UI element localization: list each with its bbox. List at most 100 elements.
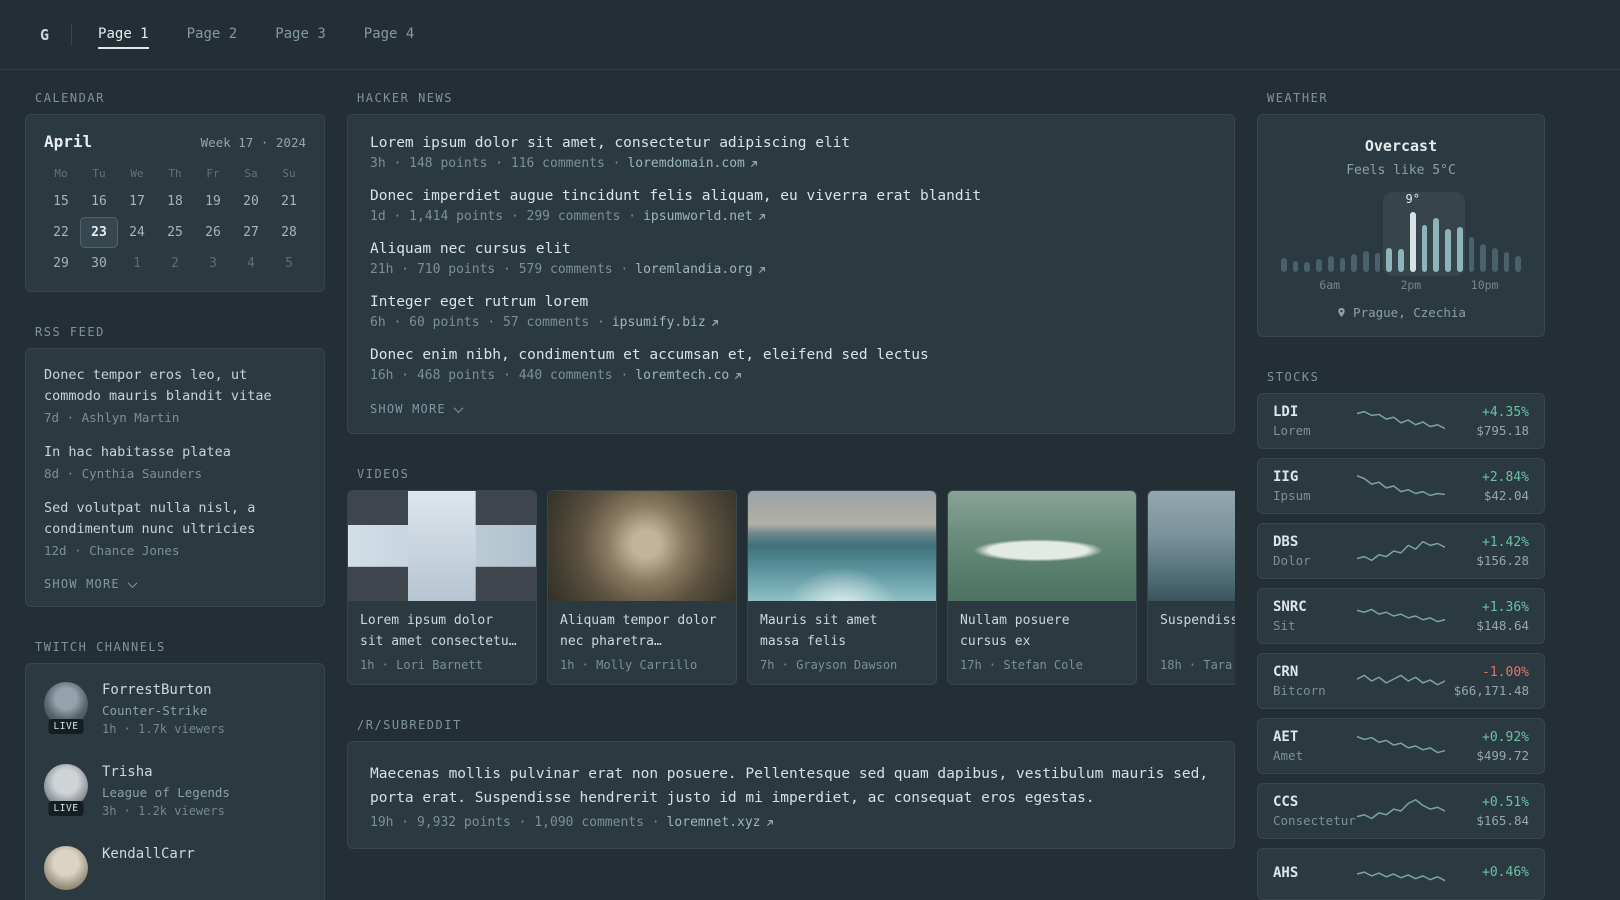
- calendar-month: April: [44, 132, 93, 151]
- weather-bar: [1456, 226, 1463, 272]
- stock-info: SNRC Sit: [1273, 599, 1357, 633]
- calendar-day: 24: [129, 225, 145, 240]
- calendar-dow: Mo: [54, 167, 68, 180]
- weather-section-label: WEATHER: [1267, 91, 1329, 105]
- tab-page-3[interactable]: Page 3: [275, 20, 326, 49]
- subreddit-post-domain-link[interactable]: loremnet.xyz: [667, 815, 775, 830]
- stock-info: DBS Dolor: [1273, 534, 1357, 568]
- stock-symbol: AHS: [1273, 864, 1299, 881]
- video-card[interactable]: Suspendisse diam 18h · Tara: [1147, 490, 1235, 685]
- video-card[interactable]: Lorem ipsum dolor sit amet consectetu… 1…: [347, 490, 537, 685]
- twitch-channel-game: League of Legends: [102, 785, 230, 800]
- weather-bar: [1433, 218, 1440, 272]
- weather-bar: [1304, 261, 1311, 272]
- subreddit-widget: /R/SUBREDDIT Maecenas mollis pulvinar er…: [347, 718, 1235, 849]
- weather-time-labels: 6am 2pm 10pm: [1278, 278, 1524, 292]
- rss-item-title[interactable]: Donec tempor eros leo, ut commodo mauris…: [44, 365, 306, 407]
- app-logo[interactable]: G: [40, 26, 49, 44]
- hackernews-item-domain-link[interactable]: ipsumworld.net: [643, 209, 767, 224]
- stock-change: -1.00%: [1482, 664, 1529, 680]
- stock-values: +1.36% $148.64: [1445, 600, 1529, 633]
- domain-text: loremdomain.com: [627, 156, 745, 171]
- tab-page-1[interactable]: Page 1: [98, 20, 149, 49]
- twitch-channel-row[interactable]: LIVE ForrestBurton Counter-Strike 1h · 1…: [44, 682, 306, 736]
- stock-row[interactable]: LDI Lorem +4.35% $795.18: [1257, 393, 1545, 449]
- video-meta: 7h · Grayson Dawson: [760, 658, 898, 672]
- rss-item-title[interactable]: In hac habitasse platea: [44, 442, 306, 463]
- video-title[interactable]: Mauris sit amet massa felis: [760, 611, 924, 652]
- stock-row[interactable]: CRN Bitcorn -1.00% $66,171.48: [1257, 653, 1545, 709]
- hackernews-item-title[interactable]: Donec enim nibh, condimentum et accumsan…: [370, 347, 1212, 363]
- hackernews-item-domain-link[interactable]: loremlandia.org: [635, 262, 766, 277]
- stock-values: +1.42% $156.28: [1445, 535, 1529, 568]
- hackernews-item-domain-link[interactable]: loremdomain.com: [627, 156, 758, 171]
- video-card[interactable]: Nullam posuere cursus ex 17h · Stefan Co…: [947, 490, 1137, 685]
- calendar-dow: Sa: [244, 167, 258, 180]
- external-link-icon: [711, 319, 718, 326]
- subreddit-post-title[interactable]: Maecenas mollis pulvinar erat non posuer…: [370, 762, 1212, 810]
- weather-bar: [1503, 251, 1510, 272]
- video-thumbnail[interactable]: [348, 491, 536, 601]
- stocks-section-label: STOCKS: [1267, 370, 1320, 384]
- stock-symbol: IIG: [1273, 469, 1299, 485]
- stock-price: $66,171.48: [1453, 682, 1529, 698]
- hackernews-show-more-button[interactable]: SHOW MORE: [370, 402, 464, 416]
- calendar-section-label: CALENDAR: [35, 91, 105, 105]
- video-thumbnail[interactable]: [1148, 491, 1235, 601]
- hackernews-item-meta: 1d · 1,414 points · 299 comments · ipsum…: [370, 209, 1212, 224]
- hackernews-item-title[interactable]: Lorem ipsum dolor sit amet, consectetur …: [370, 135, 1212, 151]
- hackernews-item-domain-link[interactable]: loremtech.co: [635, 368, 743, 383]
- stock-values: +0.46%: [1445, 865, 1529, 883]
- tab-page-2[interactable]: Page 2: [187, 20, 238, 49]
- calendar-day: 29: [53, 256, 69, 271]
- hackernews-item-title[interactable]: Donec imperdiet augue tincidunt felis al…: [370, 188, 1212, 204]
- stock-row[interactable]: IIG Ipsum +2.84% $42.04: [1257, 458, 1545, 514]
- weather-location-text: Prague, Czechia: [1353, 305, 1466, 320]
- hackernews-item-title[interactable]: Integer eget rutrum lorem: [370, 294, 1212, 310]
- video-info: Mauris sit amet massa felis 7h · Grayson…: [748, 601, 936, 684]
- rss-item-title[interactable]: Sed volutpat nulla nisl, a condimentum n…: [44, 498, 306, 540]
- stock-name: Amet: [1273, 748, 1304, 763]
- stock-row[interactable]: AET Amet +0.92% $499.72: [1257, 718, 1545, 774]
- nav-divider: [71, 23, 73, 46]
- rss-show-more-button[interactable]: SHOW MORE: [44, 577, 138, 591]
- stock-row[interactable]: AHS +0.46%: [1257, 848, 1545, 900]
- stock-row[interactable]: SNRC Sit +1.36% $148.64: [1257, 588, 1545, 644]
- weather-bar: [1480, 243, 1486, 272]
- video-card[interactable]: Mauris sit amet massa felis 7h · Grayson…: [747, 490, 937, 685]
- stock-values: +2.84% $42.04: [1445, 470, 1529, 503]
- weather-bar: [1421, 224, 1428, 272]
- tab-page-4[interactable]: Page 4: [364, 20, 415, 49]
- weather-bar: [1468, 237, 1475, 272]
- stock-row[interactable]: DBS Dolor +1.42% $156.28: [1257, 523, 1545, 579]
- twitch-channel-row[interactable]: LIVE Trisha League of Legends 3h · 1.2k …: [44, 764, 306, 818]
- calendar-day: 15: [53, 194, 69, 209]
- twitch-channel-row[interactable]: KendallCarr: [44, 846, 306, 890]
- hackernews-item-domain-link[interactable]: ipsumify.biz: [612, 315, 720, 330]
- rss-item-meta: 7d · Ashlyn Martin: [44, 410, 180, 425]
- calendar-day: 28: [281, 225, 297, 240]
- twitch-channel-name[interactable]: KendallCarr: [102, 846, 195, 862]
- video-title[interactable]: Aliquam tempor dolor nec pharetra…: [560, 611, 724, 652]
- twitch-channel-meta: 3h · 1.2k viewers: [102, 804, 225, 818]
- video-thumbnail[interactable]: [948, 491, 1136, 601]
- calendar-dow: Tu: [92, 167, 106, 180]
- twitch-channel-name[interactable]: Trisha: [102, 764, 230, 780]
- hackernews-item-title[interactable]: Aliquam nec cursus elit: [370, 241, 1212, 257]
- twitch-widget: TWITCH CHANNELS LIVE ForrestBurton Count…: [25, 640, 325, 900]
- weather-feels-like: Feels like 5°C: [1346, 163, 1456, 178]
- calendar-dow: Fr: [206, 167, 220, 180]
- video-thumbnail[interactable]: [548, 491, 736, 601]
- video-thumbnail[interactable]: [748, 491, 936, 601]
- rss-section-label: RSS FEED: [35, 325, 105, 339]
- video-card[interactable]: Aliquam tempor dolor nec pharetra… 1h · …: [547, 490, 737, 685]
- stock-symbol: SNRC: [1273, 599, 1307, 615]
- stock-symbol: CRN: [1273, 664, 1299, 680]
- video-title[interactable]: Nullam posuere cursus ex: [960, 611, 1124, 652]
- stock-price: $156.28: [1476, 552, 1529, 568]
- stock-info: LDI Lorem: [1273, 404, 1357, 438]
- video-title[interactable]: Lorem ipsum dolor sit amet consectetu…: [360, 611, 524, 652]
- stock-row[interactable]: CCS Consectetur +0.51% $165.84: [1257, 783, 1545, 839]
- twitch-channel-name[interactable]: ForrestBurton: [102, 682, 225, 698]
- video-title[interactable]: Suspendisse diam: [1160, 611, 1235, 652]
